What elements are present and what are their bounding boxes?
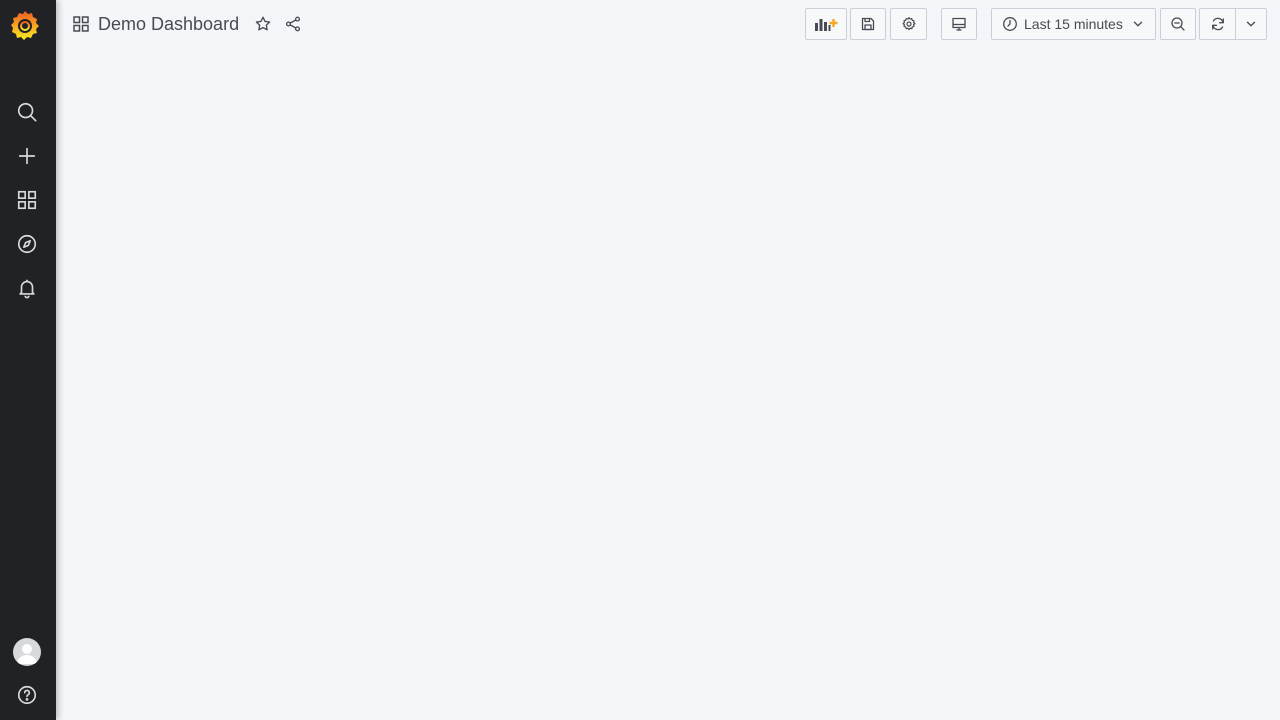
save-icon	[861, 17, 875, 31]
help-icon[interactable]	[14, 682, 40, 708]
dashboards-icon	[73, 16, 89, 32]
settings-button[interactable]	[890, 8, 927, 40]
refresh-interval-dropdown[interactable]	[1235, 8, 1267, 40]
refresh-icon	[1211, 17, 1224, 31]
chevron-down-icon	[1246, 21, 1256, 27]
avatar[interactable]	[13, 638, 41, 666]
tv-icon	[952, 17, 966, 31]
add-panel-button[interactable]	[805, 8, 847, 40]
star-icon[interactable]	[252, 13, 274, 35]
tv-mode-button[interactable]	[941, 8, 977, 40]
explore-icon[interactable]	[14, 231, 40, 257]
zoom-out-button[interactable]	[1160, 8, 1196, 40]
plus-icon[interactable]	[14, 143, 40, 169]
search-icon[interactable]	[14, 99, 40, 125]
dashboard-canvas	[56, 48, 1280, 720]
chevron-down-icon	[1133, 21, 1142, 27]
page-title[interactable]: Demo Dashboard	[98, 14, 239, 35]
refresh-button[interactable]	[1199, 8, 1235, 40]
dashboard-toolbar: Demo Dashboard Last 15 minutes	[56, 0, 1280, 48]
dashboard-title-area: Demo Dashboard	[72, 12, 304, 36]
share-icon[interactable]	[282, 13, 304, 35]
clock-icon	[1003, 17, 1017, 31]
zoom-out-icon	[1171, 17, 1185, 31]
sidebar	[0, 0, 56, 720]
grafana-logo[interactable]	[9, 9, 41, 41]
add-panel-icon	[815, 19, 838, 31]
gear-icon	[901, 17, 916, 31]
bell-icon[interactable]	[14, 275, 40, 301]
time-range-label: Last 15 minutes	[1024, 16, 1123, 32]
time-range-picker[interactable]: Last 15 minutes	[991, 8, 1156, 40]
dashboards-icon[interactable]	[14, 187, 40, 213]
save-button[interactable]	[850, 8, 886, 40]
